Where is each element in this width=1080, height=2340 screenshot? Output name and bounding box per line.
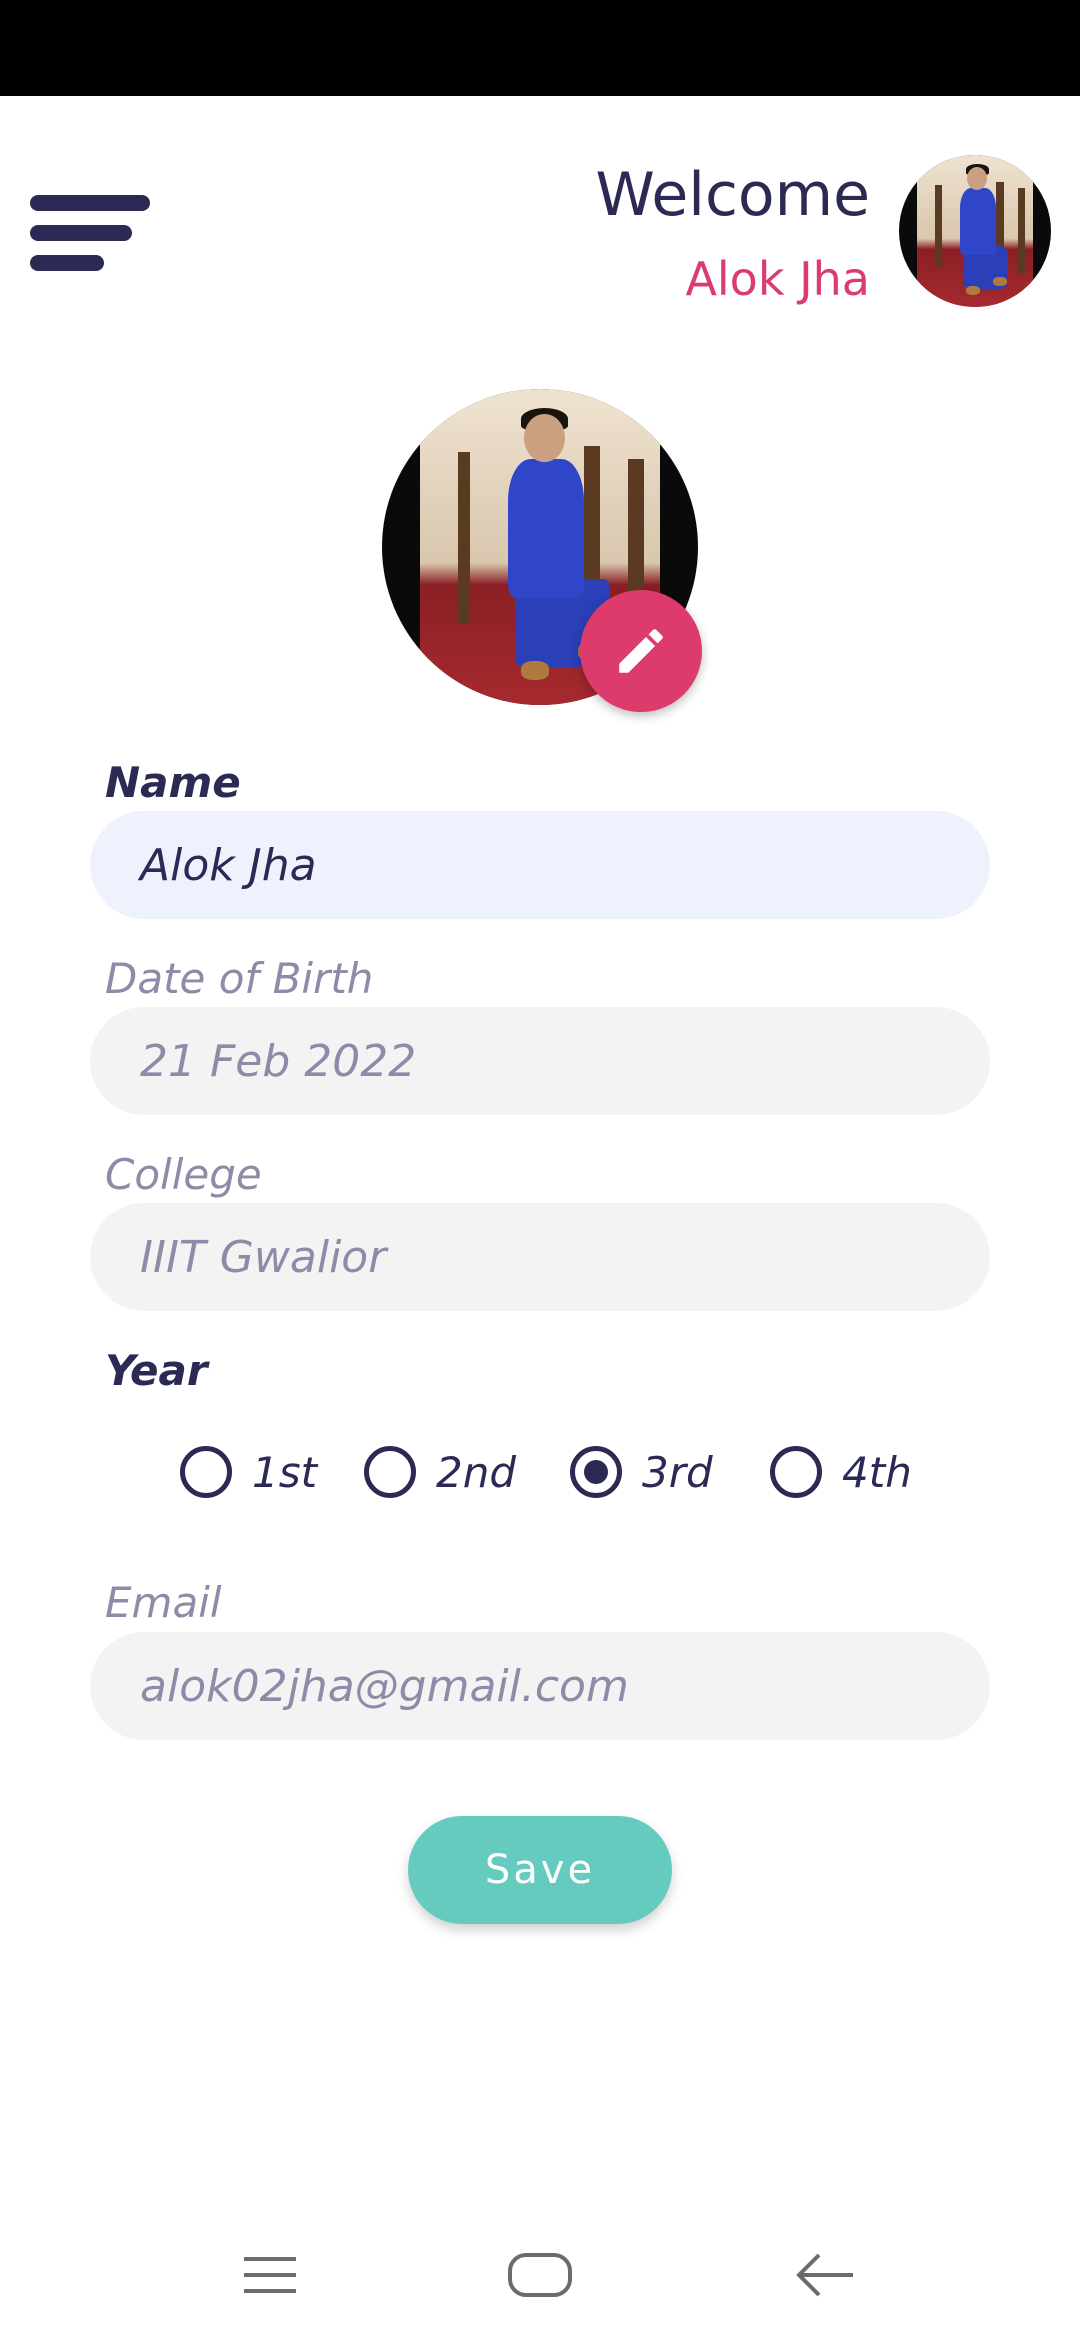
radio-label: 2nd xyxy=(436,1447,517,1497)
email-label: Email xyxy=(105,1578,222,1627)
back-button[interactable] xyxy=(785,2240,865,2310)
home-icon xyxy=(508,2253,572,2297)
dob-label: Date of Birth xyxy=(105,954,374,1003)
recents-button[interactable] xyxy=(230,2240,310,2310)
year-option-1st[interactable]: 1st xyxy=(180,1440,317,1504)
menu-button[interactable] xyxy=(30,195,150,275)
radio-button[interactable] xyxy=(180,1446,232,1498)
avatar[interactable] xyxy=(899,155,1051,307)
year-label: Year xyxy=(105,1346,208,1395)
year-option-2nd[interactable]: 2nd xyxy=(364,1440,516,1504)
pencil-icon xyxy=(619,629,663,673)
name-field[interactable]: Alok Jha xyxy=(90,811,990,919)
status-bar xyxy=(0,0,1080,96)
back-icon xyxy=(796,2253,853,2297)
email-field[interactable]: alok02jha@gmail.com xyxy=(90,1632,990,1740)
radio-button[interactable] xyxy=(364,1446,416,1498)
college-field[interactable]: IIIT Gwalior xyxy=(90,1203,990,1311)
save-button[interactable]: Save xyxy=(408,1816,672,1924)
home-button[interactable] xyxy=(500,2240,580,2310)
header-username: Alok Jha xyxy=(685,252,870,306)
edit-photo-button[interactable] xyxy=(580,590,702,712)
year-radio-group: 1st 2nd 3rd 4th xyxy=(0,1440,1080,1510)
recents-icon xyxy=(244,2257,296,2293)
name-label: Name xyxy=(105,758,241,807)
dob-field[interactable]: 21 Feb 2022 xyxy=(90,1007,990,1115)
radio-label: 3rd xyxy=(642,1447,713,1497)
year-option-4th[interactable]: 4th xyxy=(770,1440,912,1504)
welcome-title: Welcome xyxy=(595,160,870,230)
year-option-3rd[interactable]: 3rd xyxy=(570,1440,713,1504)
college-label: College xyxy=(105,1150,262,1199)
radio-label: 1st xyxy=(252,1447,318,1497)
radio-button[interactable] xyxy=(770,1446,822,1498)
radio-button-selected[interactable] xyxy=(570,1446,622,1498)
avatar-photo xyxy=(899,155,1051,307)
radio-label: 4th xyxy=(842,1447,912,1497)
